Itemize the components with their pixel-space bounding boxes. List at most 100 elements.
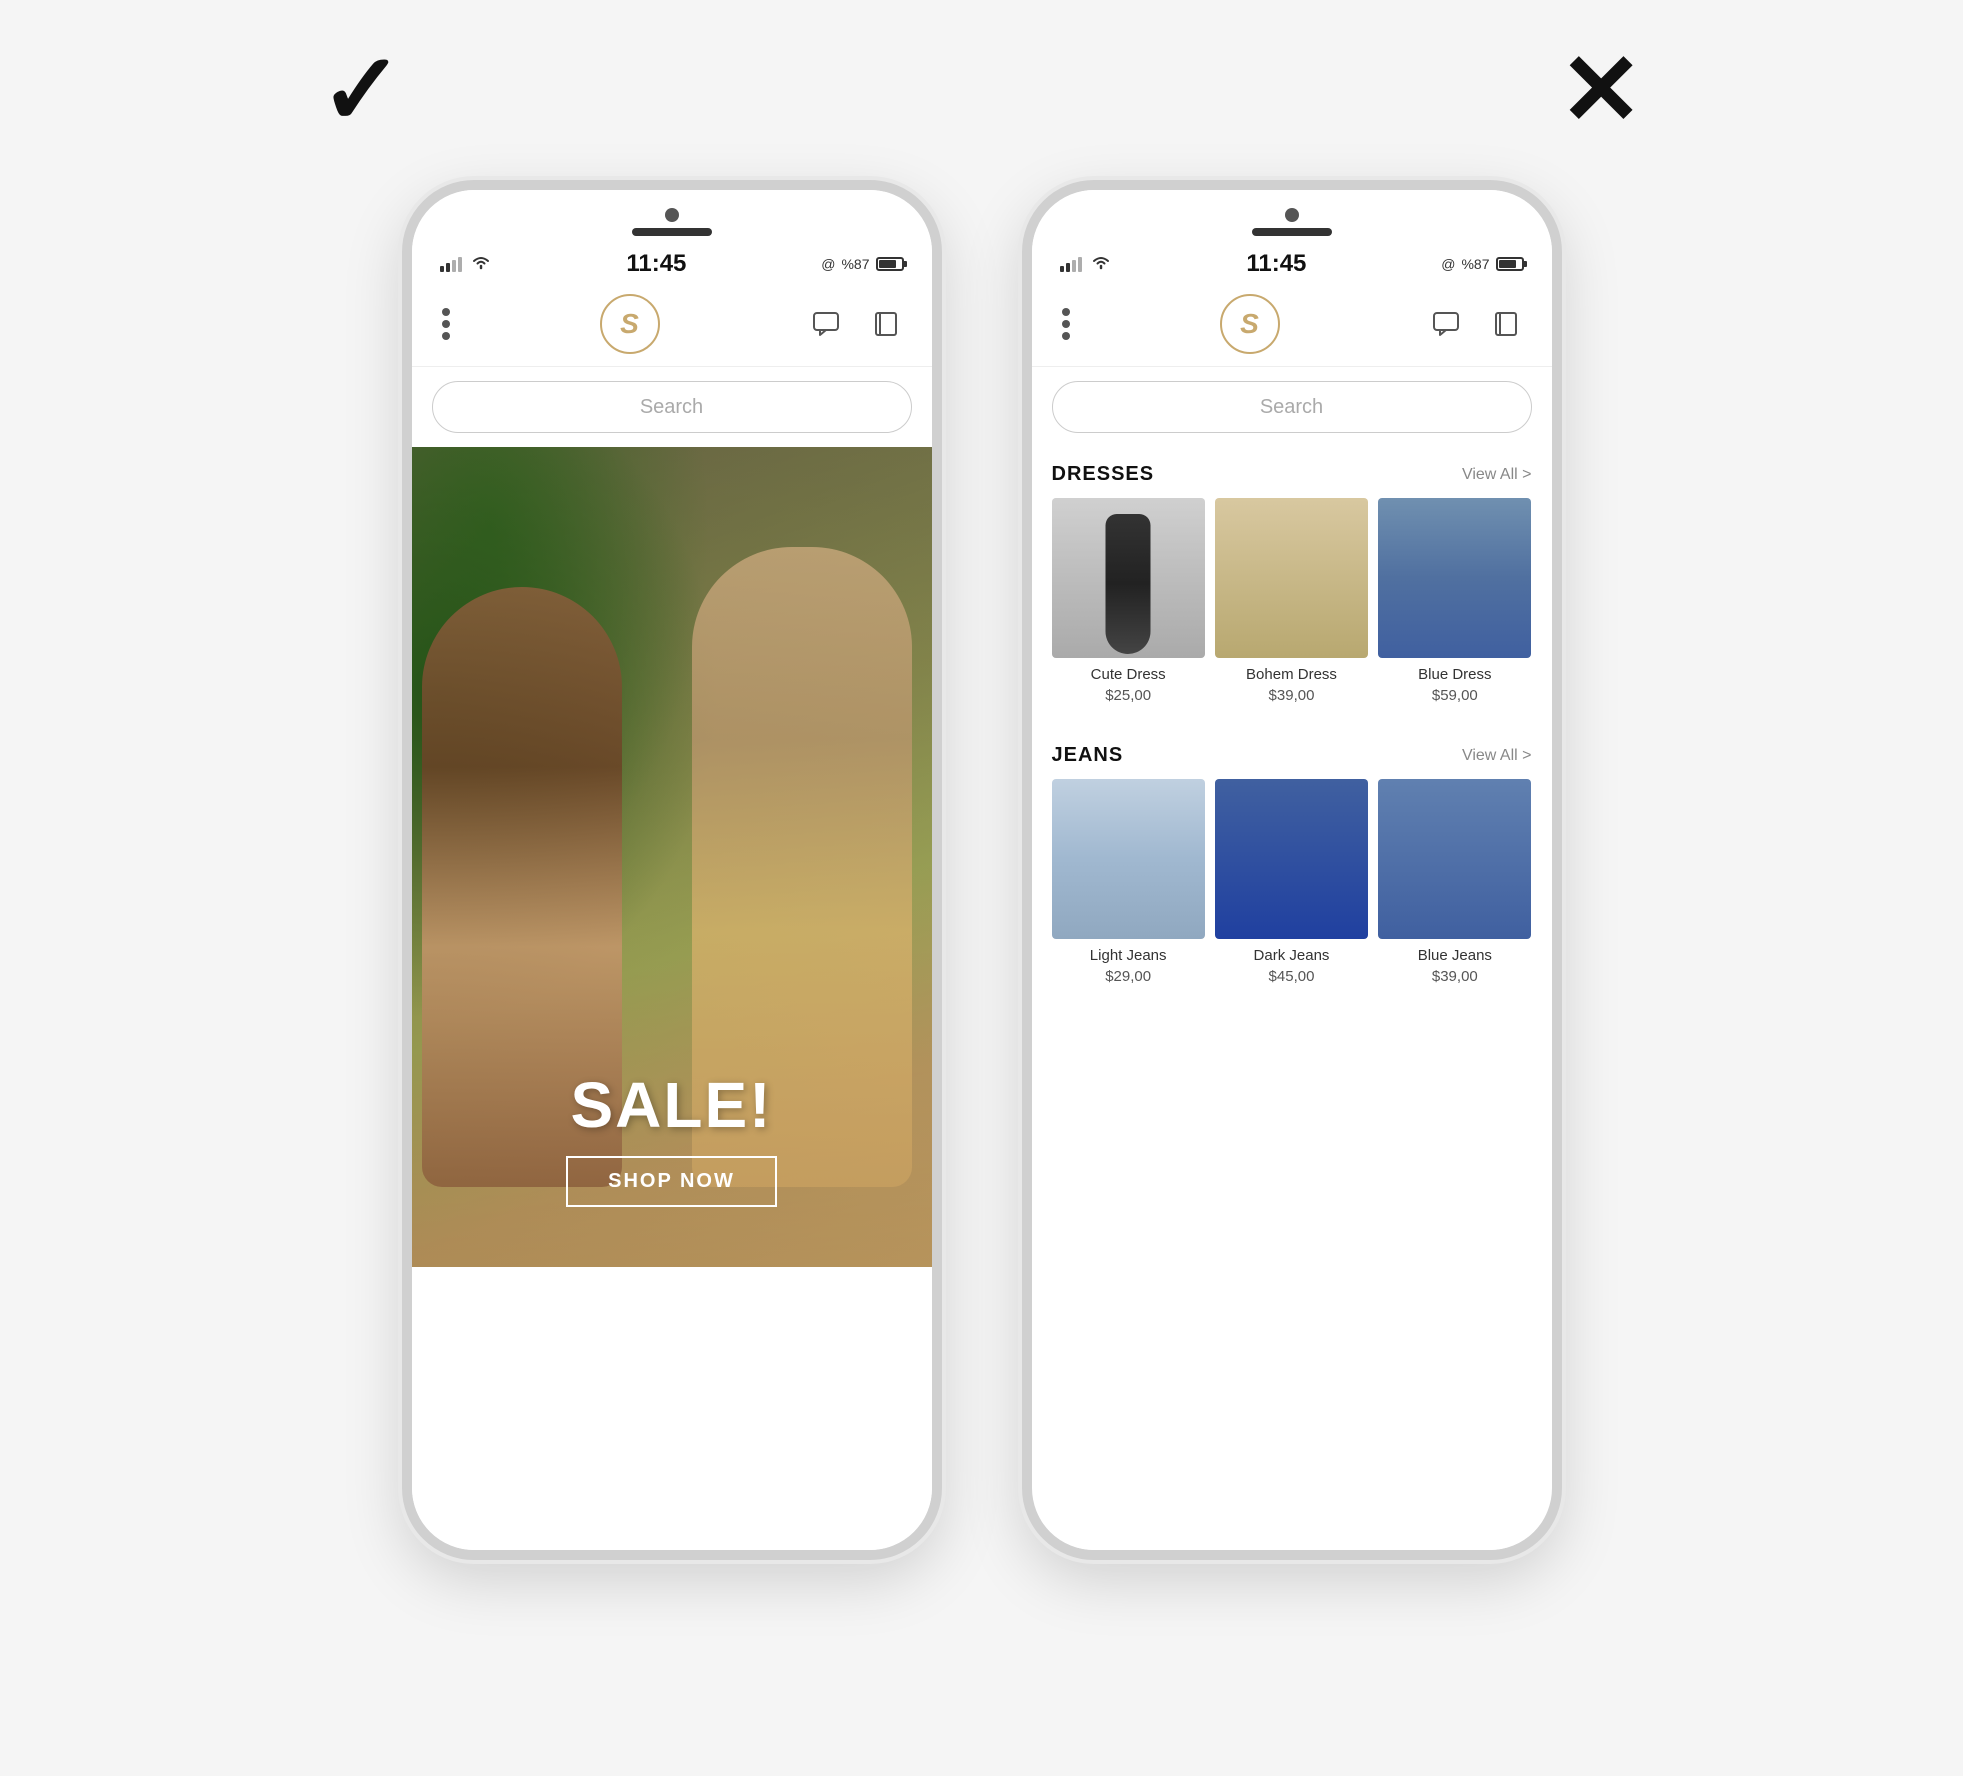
product-card-light-jeans[interactable]: Light Jeans $29,00	[1052, 779, 1205, 985]
right-signal-bar-3	[1072, 260, 1076, 272]
x-mark-icon: ✕	[1559, 40, 1643, 140]
light-jeans-name: Light Jeans	[1090, 947, 1167, 964]
blue-jeans-image	[1378, 779, 1531, 939]
jeans-title: JEANS	[1052, 744, 1124, 767]
product-card-bohem-dress[interactable]: Bohem Dress $39,00	[1215, 498, 1368, 704]
status-left	[440, 254, 492, 275]
right-search-bar[interactable]: Search	[1052, 381, 1532, 433]
jeans-header: JEANS View All >	[1052, 728, 1532, 779]
signal-bar-4	[458, 257, 462, 272]
right-nav-dot-1	[1062, 308, 1070, 316]
light-jeans-img-art	[1052, 779, 1205, 939]
dark-jeans-name: Dark Jeans	[1254, 947, 1330, 964]
right-status-left	[1060, 254, 1112, 275]
cute-dress-img-art	[1052, 498, 1205, 658]
light-jeans-price: $29,00	[1105, 968, 1151, 985]
dark-jeans-img-art	[1215, 779, 1368, 939]
signal-bar-1	[440, 266, 444, 272]
sale-title: SALE!	[566, 1068, 777, 1142]
message-icon[interactable]	[804, 302, 848, 346]
phone-content-area: SALE! SHOP NOW	[412, 447, 932, 1520]
signal-bars-icon	[440, 257, 462, 272]
bookmark-icon[interactable]	[864, 302, 908, 346]
nav-menu-dots[interactable]	[436, 302, 456, 346]
blue-dress-name: Blue Dress	[1418, 666, 1491, 683]
blue-jeans-price: $39,00	[1432, 968, 1478, 985]
nav-icons-group	[804, 302, 908, 346]
nav-dot-3	[442, 332, 450, 340]
wifi-icon	[470, 254, 492, 275]
app-logo[interactable]: S	[600, 294, 660, 354]
camera-dot	[665, 208, 679, 222]
right-message-icon[interactable]	[1424, 302, 1468, 346]
signal-bar-3	[452, 260, 456, 272]
right-search-container: Search	[1032, 367, 1552, 447]
sale-banner: SALE! SHOP NOW	[412, 447, 932, 1267]
status-right: @ %87	[821, 256, 903, 272]
phone-speaker	[632, 228, 712, 236]
bohem-dress-img-art	[1215, 498, 1368, 658]
battery-percent: %87	[841, 256, 869, 272]
jeans-view-all[interactable]: View All >	[1462, 747, 1532, 765]
right-status-right: @ %87	[1441, 256, 1523, 272]
blue-dress-price: $59,00	[1432, 687, 1478, 704]
bohem-dress-price: $39,00	[1269, 687, 1315, 704]
cute-dress-image	[1052, 498, 1205, 658]
right-at-symbol: @	[1441, 256, 1455, 272]
sale-text-area: SALE! SHOP NOW	[566, 1068, 777, 1267]
blue-dress-image	[1378, 498, 1531, 658]
left-phone-section: 11:45 @ %87 S	[402, 180, 942, 1560]
status-bar: 11:45 @ %87	[412, 246, 932, 286]
right-status-time: 11:45	[1246, 250, 1306, 278]
page-container: ✓ ✕	[0, 0, 1963, 1776]
status-time: 11:45	[626, 250, 686, 278]
blue-jeans-img-art	[1378, 779, 1531, 939]
right-app-nav-bar: S	[1032, 286, 1552, 367]
right-phone-content: DRESSES View All > Cute Dress $25,00	[1032, 447, 1552, 1520]
product-card-blue-jeans[interactable]: Blue Jeans $39,00	[1378, 779, 1531, 985]
search-bar[interactable]: Search	[432, 381, 912, 433]
right-battery-fill	[1499, 260, 1517, 268]
product-card-blue-dress[interactable]: Blue Dress $59,00	[1378, 498, 1531, 704]
blue-jeans-name: Blue Jeans	[1418, 947, 1492, 964]
search-container: Search	[412, 367, 932, 447]
right-phone-bottom-space	[1032, 1520, 1552, 1550]
right-signal-bar-2	[1066, 263, 1070, 272]
dresses-header: DRESSES View All >	[1052, 447, 1532, 498]
search-placeholder: Search	[640, 396, 703, 419]
battery-icon	[876, 257, 904, 271]
product-card-dark-jeans[interactable]: Dark Jeans $45,00	[1215, 779, 1368, 985]
at-symbol: @	[821, 256, 835, 272]
product-listing: DRESSES View All > Cute Dress $25,00	[1032, 447, 1552, 985]
right-battery-icon	[1496, 257, 1524, 271]
right-phone-frame: 11:45 @ %87 S	[1022, 180, 1562, 1560]
right-signal-bar-1	[1060, 266, 1064, 272]
phone-bottom-space	[412, 1520, 932, 1550]
right-nav-menu-dots[interactable]	[1056, 302, 1076, 346]
right-phone-top-notch	[1032, 190, 1552, 246]
shop-now-button[interactable]: SHOP NOW	[566, 1156, 777, 1207]
right-wifi-icon	[1090, 254, 1112, 275]
left-phone-frame: 11:45 @ %87 S	[402, 180, 942, 1560]
cute-dress-name: Cute Dress	[1091, 666, 1166, 683]
check-mark-icon: ✓	[320, 40, 404, 140]
jeans-section: JEANS View All > Light Jeans $29,00	[1052, 728, 1532, 985]
cute-dress-price: $25,00	[1105, 687, 1151, 704]
nav-dot-2	[442, 320, 450, 328]
product-card-cute-dress[interactable]: Cute Dress $25,00	[1052, 498, 1205, 704]
dresses-view-all[interactable]: View All >	[1462, 466, 1532, 484]
right-camera-dot	[1285, 208, 1299, 222]
right-signal-bar-4	[1078, 257, 1082, 272]
signal-bar-2	[446, 263, 450, 272]
right-app-logo[interactable]: S	[1220, 294, 1280, 354]
right-phone-section: 11:45 @ %87 S	[1022, 180, 1562, 1560]
right-battery-percent: %87	[1461, 256, 1489, 272]
battery-fill	[879, 260, 897, 268]
right-bookmark-icon[interactable]	[1484, 302, 1528, 346]
dresses-title: DRESSES	[1052, 463, 1155, 486]
light-jeans-image	[1052, 779, 1205, 939]
right-status-bar: 11:45 @ %87	[1032, 246, 1552, 286]
right-nav-dot-2	[1062, 320, 1070, 328]
right-nav-icons-group	[1424, 302, 1528, 346]
dresses-grid: Cute Dress $25,00 Bohem Dress $39,00	[1052, 498, 1532, 704]
